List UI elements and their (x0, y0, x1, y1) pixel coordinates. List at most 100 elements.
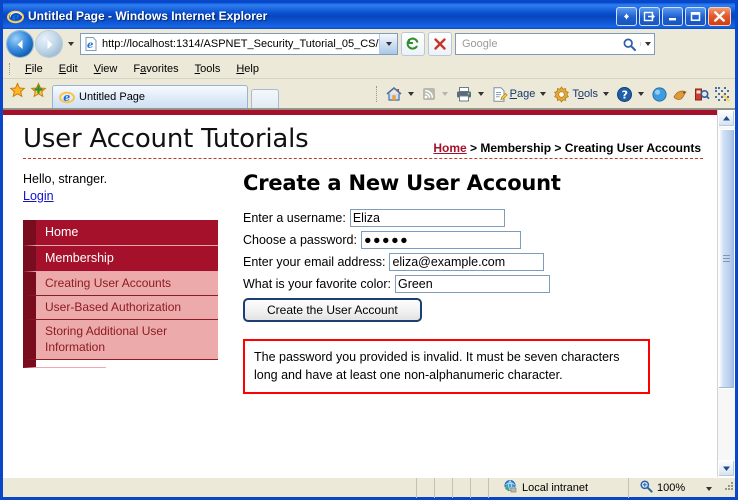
svg-text:e: e (63, 91, 70, 104)
search-go-button[interactable] (618, 37, 640, 52)
breadcrumb: Home > Membership > Creating User Accoun… (433, 141, 701, 155)
breadcrumb-home-link[interactable]: Home (433, 141, 466, 155)
tab-untitled-page[interactable]: e Untitled Page (52, 85, 248, 108)
globe-icon (503, 479, 518, 497)
zoom-dropdown-button[interactable] (703, 482, 715, 494)
help-button[interactable]: ? (614, 83, 649, 105)
scroll-down-button[interactable] (718, 460, 735, 477)
search-input[interactable]: Google (456, 38, 618, 50)
zoom-control[interactable]: 100% (629, 478, 721, 498)
status-message (3, 477, 417, 498)
maximize-button[interactable] (685, 6, 706, 26)
svg-text:e: e (87, 40, 93, 51)
address-input[interactable]: e http://localhost:1314/ASPNET_Security_… (80, 33, 398, 55)
vertical-scrollbar[interactable] (717, 110, 735, 477)
page-button[interactable]: Page (489, 83, 552, 105)
security-zone-label: Local intranet (522, 481, 589, 494)
ie-logo-icon: e (7, 8, 24, 25)
window-title: Untitled Page - Windows Internet Explore… (28, 9, 268, 23)
scrollbar-grip (723, 255, 730, 263)
tools-button[interactable]: Tools (551, 83, 614, 105)
svg-text:e: e (12, 10, 20, 24)
sidebar-item-home[interactable]: Home (23, 219, 218, 246)
address-dropdown-button[interactable] (379, 34, 397, 54)
home-button[interactable] (383, 83, 419, 105)
sidebar-item-creating-user-accounts[interactable]: Creating User Accounts (23, 271, 218, 297)
exit-button[interactable] (639, 6, 660, 26)
menu-bar: File Edit View Favorites Tools Help (3, 59, 735, 79)
create-user-account-button[interactable]: Create the User Account (243, 298, 422, 322)
minimize-button[interactable] (662, 6, 683, 26)
greeting-block: Hello, stranger. Login (23, 159, 231, 205)
security-zone[interactable]: Local intranet (489, 477, 629, 498)
sidebar-item-storing-additional-user-information[interactable]: Storing Additional User Information (23, 320, 218, 361)
capture-icon[interactable] (691, 83, 712, 105)
form-row-email: Enter your email address: (243, 253, 703, 271)
sidebar-nav-tail (23, 360, 106, 369)
forward-button[interactable] (36, 31, 62, 57)
add-to-favorites-icon[interactable] (30, 82, 47, 102)
scrollbar-thumb[interactable] (718, 129, 735, 389)
submit-row: Create the User Account (243, 298, 703, 322)
menu-item-help[interactable]: Help (228, 61, 267, 77)
tab-strip: e Untitled Page (52, 78, 279, 108)
tab-label: Untitled Page (79, 91, 146, 103)
command-bar: e Untitled Page Page Tools ? (3, 79, 735, 109)
messenger-button[interactable] (649, 83, 670, 105)
error-message-box: The password you provided is invalid. It… (243, 339, 650, 395)
status-pane-1 (417, 477, 435, 498)
status-pane-4 (471, 477, 489, 498)
sidebar-item-user-based-authorization[interactable]: User-Based Authorization (23, 296, 218, 321)
menu-item-tools[interactable]: Tools (187, 61, 229, 77)
caption-buttons (616, 6, 733, 26)
menu-item-file[interactable]: File (17, 61, 51, 77)
password-field[interactable] (360, 231, 521, 249)
refresh-button[interactable] (401, 32, 425, 56)
password-label: Choose a password: (243, 233, 357, 247)
form-row-username: Enter a username: (243, 209, 703, 227)
form-row-password: Choose a password: (243, 231, 703, 249)
search-box[interactable]: Google (455, 33, 655, 55)
search-options-button[interactable] (640, 42, 654, 46)
menu-grip[interactable] (7, 62, 14, 76)
menu-item-edit[interactable]: Edit (51, 61, 86, 77)
email-label: Enter your email address: (243, 255, 386, 269)
mosaic-icon[interactable] (712, 83, 733, 105)
browser-window: e Untitled Page - Windows Internet Explo… (0, 0, 738, 500)
back-button[interactable] (7, 31, 33, 57)
greeting-text: Hello, stranger. (23, 172, 108, 186)
close-button[interactable] (708, 6, 731, 26)
username-label: Enter a username: (243, 211, 346, 225)
favorite-color-field[interactable] (394, 275, 550, 293)
new-tab-button[interactable] (251, 89, 279, 108)
page-title: Create a New User Account (243, 171, 561, 195)
restore-down-button[interactable] (616, 6, 637, 26)
username-field[interactable] (349, 209, 505, 227)
email-field[interactable] (389, 253, 545, 271)
sidebar-item-membership[interactable]: Membership (23, 245, 218, 272)
print-button[interactable] (453, 83, 489, 105)
bird-icon[interactable] (670, 83, 691, 105)
feeds-button[interactable] (419, 83, 453, 105)
scroll-up-button[interactable] (718, 110, 735, 127)
page-icon: e (83, 36, 99, 52)
login-link[interactable]: Login (23, 189, 54, 203)
tools-button-label: Tools (572, 88, 598, 100)
web-page: User Account Tutorials Home > Membership… (3, 110, 717, 477)
status-pane-3 (453, 477, 471, 498)
recent-pages-dropdown[interactable] (65, 42, 77, 46)
ie-page-icon: e (59, 89, 75, 105)
status-pane-2 (435, 477, 453, 498)
command-separator (373, 86, 380, 102)
resize-grip[interactable] (721, 478, 735, 498)
menu-item-view[interactable]: View (86, 61, 126, 77)
address-text: http://localhost:1314/ASPNET_Security_Tu… (102, 38, 379, 50)
left-column: Hello, stranger. Login Home Membership C… (3, 159, 231, 369)
address-bar: e http://localhost:1314/ASPNET_Security_… (3, 29, 735, 59)
menu-item-favorites[interactable]: Favorites (125, 61, 186, 77)
scrollbar-track[interactable] (718, 127, 735, 460)
favorites-center-icon[interactable] (9, 82, 26, 102)
command-buttons: Page Tools ? (370, 80, 735, 108)
page-button-label: Page (509, 88, 536, 100)
stop-button[interactable] (428, 32, 452, 56)
